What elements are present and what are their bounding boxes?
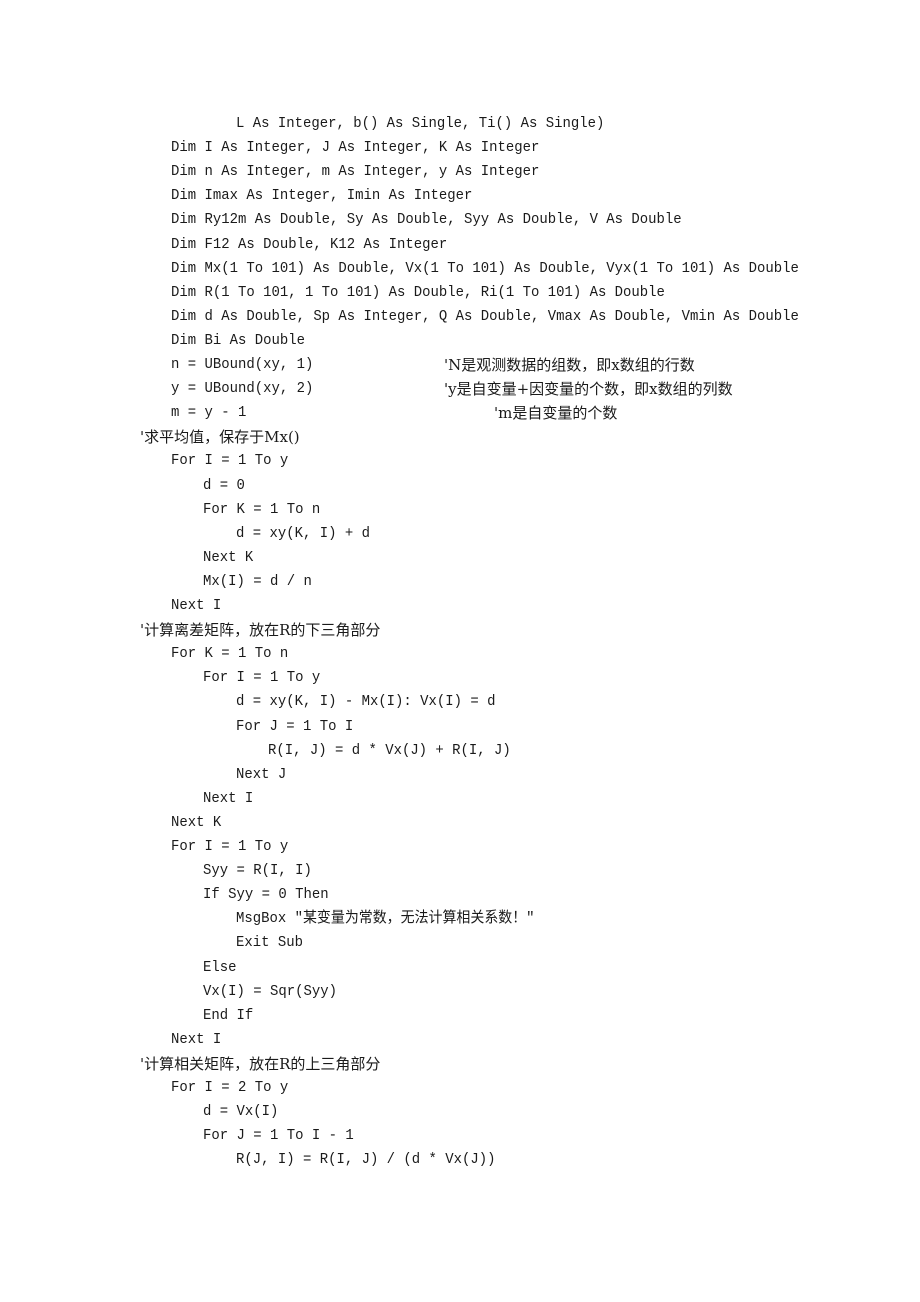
code-line: Next I — [171, 597, 222, 614]
code-line: Dim n As Integer, m As Integer, y As Int… — [171, 163, 540, 181]
code-line: Next J — [236, 765, 287, 783]
code-line: d = Vx(I) — [203, 1103, 279, 1121]
comment-line: '求平均值，保存于Mx() — [140, 428, 300, 447]
code-line: Syy = R(I, I) — [203, 862, 312, 880]
code-line: Dim I As Integer, J As Integer, K As Int… — [171, 139, 540, 157]
code-line: If Syy = 0 Then — [203, 886, 329, 904]
code-line: y = UBound(xy, 2) — [171, 380, 314, 398]
code-line: Next K — [203, 548, 254, 566]
code-line: R(I, J) = d * Vx(J) + R(I, J) — [268, 741, 511, 759]
inline-comment: 'y是自变量+因变量的个数，即x数组的列数 — [444, 380, 733, 399]
code-line: For K = 1 To n — [203, 500, 321, 518]
code-line: End If — [203, 1006, 254, 1024]
code-line: Dim Ry12m As Double, Sy As Double, Syy A… — [171, 211, 682, 229]
code-line: For I = 1 To y — [203, 669, 321, 687]
code-line: d = xy(K, I) - Mx(I): Vx(I) = d — [236, 693, 496, 711]
code-line: For K = 1 To n — [171, 645, 289, 663]
code-line: Dim d As Double, Sp As Integer, Q As Dou… — [171, 307, 799, 325]
code-line: Dim Bi As Double — [171, 331, 305, 349]
comment-line: '计算离差矩阵，放在R的下三角部分 — [140, 621, 381, 640]
code-line: Dim Mx(1 To 101) As Double, Vx(1 To 101)… — [171, 259, 799, 277]
code-line: Mx(I) = d / n — [203, 572, 312, 590]
code-line: m = y - 1 — [171, 404, 247, 422]
code-line: Dim F12 As Double, K12 As Integer — [171, 235, 448, 253]
code-line: n = UBound(xy, 1) — [171, 356, 314, 373]
code-line: Next I — [203, 789, 254, 807]
code-line: Next K — [171, 813, 222, 831]
code-line: For J = 1 To I — [236, 717, 354, 735]
code-line: Vx(I) = Sqr(Syy) — [203, 982, 337, 1000]
inline-comment: 'N是观测数据的组数，即x数组的行数 — [444, 356, 695, 374]
code-line: For J = 1 To I - 1 — [203, 1127, 354, 1145]
code-line: For I = 1 To y — [171, 452, 289, 470]
code-line: Dim R(1 To 101, 1 To 101) As Double, Ri(… — [171, 283, 665, 301]
code-line: d = xy(K, I) + d — [236, 524, 370, 542]
code-line: For I = 2 To y — [171, 1079, 289, 1096]
document-page: L As Integer, b() As Single, Ti() As Sin… — [0, 0, 920, 1302]
comment-line: '计算相关矩阵，放在R的上三角部分 — [140, 1054, 381, 1073]
code-line: R(J, I) = R(I, J) / (d * Vx(J)) — [236, 1151, 496, 1169]
code-line: For I = 1 To y — [171, 838, 289, 855]
code-line: Else — [203, 958, 237, 976]
code-line: MsgBox "某变量为常数，无法计算相关系数！" — [236, 910, 535, 928]
code-line: Dim Imax As Integer, Imin As Integer — [171, 187, 473, 205]
code-line: Next I — [171, 1030, 222, 1048]
code-line: d = 0 — [203, 476, 245, 494]
code-line: Exit Sub — [236, 934, 303, 952]
inline-comment: 'm是自变量的个数 — [494, 404, 618, 423]
code-line: L As Integer, b() As Single, Ti() As Sin… — [236, 115, 605, 132]
